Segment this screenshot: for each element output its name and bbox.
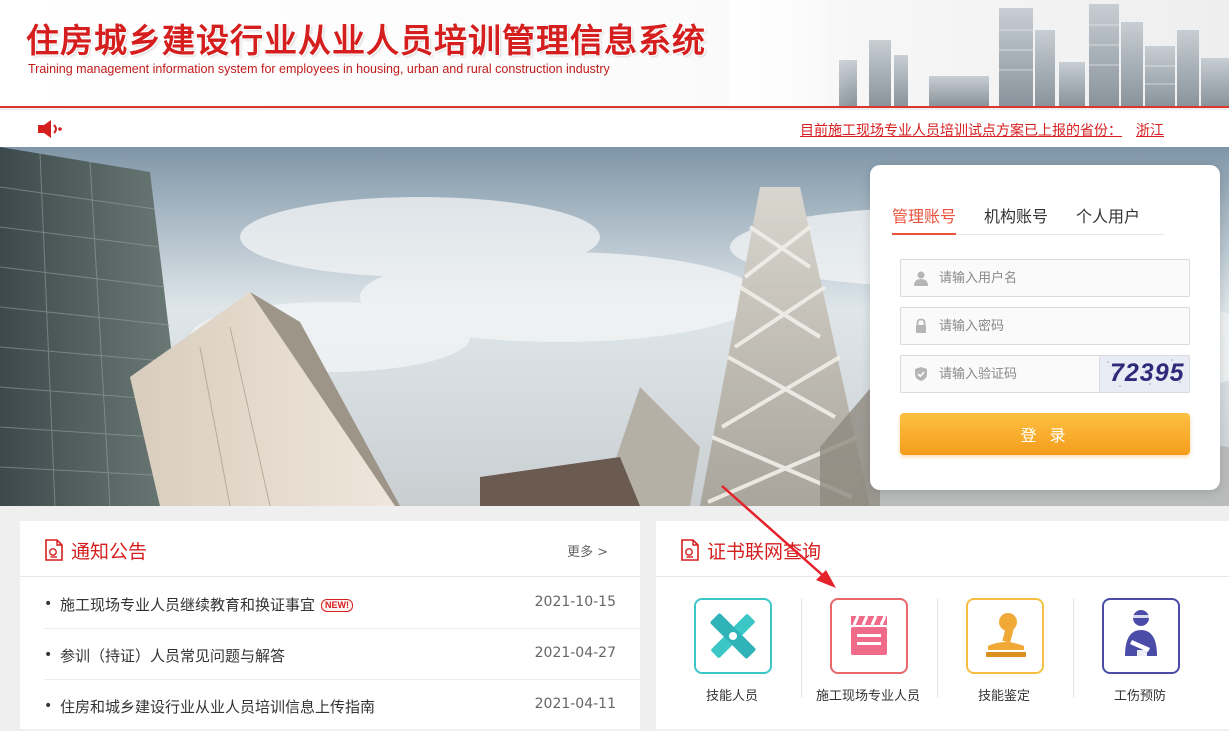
password-input[interactable] xyxy=(939,308,1139,344)
list-item[interactable]: • 参训（持证）人员常见问题与解答 2021-04-27 xyxy=(44,629,640,680)
notice-title-link[interactable]: 参训（持证）人员常见问题与解答 xyxy=(60,645,285,666)
cert-skill-appraisal[interactable]: 技能鉴定 xyxy=(936,598,1072,708)
notices-title: 通知公告 xyxy=(71,541,148,563)
stamp-icon xyxy=(986,613,1026,657)
site-header: 住房城乡建设行业从业人员培训管理信息系统 Training management… xyxy=(0,0,1229,108)
notices-panel: 通知公告 更多 > • 施工现场专业人员继续教育和换证事宜 NEW! 2021-1… xyxy=(20,521,640,729)
bullet: • xyxy=(44,698,53,714)
user-icon xyxy=(914,271,928,286)
shield-icon xyxy=(915,367,927,381)
announcement-text[interactable]: 目前施工现场专业人员培训试点方案已上报的省份： xyxy=(800,123,1122,139)
announcement-marquee[interactable]: 目前施工现场专业人员培训试点方案已上报的省份： 浙江 xyxy=(800,120,1164,140)
site-title: 住房城乡建设行业从业人员培训管理信息系统 xyxy=(26,21,706,60)
notices-header: 通知公告 更多 > xyxy=(20,521,640,577)
notice-title-text[interactable]: 施工现场专业人员继续教育和换证事宜 xyxy=(60,596,315,614)
tab-institution-account[interactable]: 机构账号 xyxy=(984,203,1048,235)
username-input[interactable] xyxy=(939,260,1139,296)
cert-work-injury-prevention[interactable]: 工伤预防 xyxy=(1072,598,1208,708)
lock-icon xyxy=(916,318,926,333)
notice-date: 2021-04-11 xyxy=(534,696,616,712)
login-button[interactable]: 登 录 xyxy=(900,413,1190,455)
notice-date: 2021-10-15 xyxy=(534,594,616,610)
list-item[interactable]: • 住房和城乡建设行业从业人员培训信息上传指南 2021-04-11 xyxy=(44,680,640,731)
cert-label[interactable]: 施工现场专业人员 xyxy=(800,685,936,704)
document-icon xyxy=(45,539,63,561)
red-arrow-annotation xyxy=(721,485,836,588)
username-field[interactable] xyxy=(900,259,1190,297)
new-badge: NEW! xyxy=(321,599,354,612)
cert-label[interactable]: 工伤预防 xyxy=(1072,685,1208,704)
announcement-bar: 目前施工现场专业人员培训试点方案已上报的省份： 浙江 xyxy=(0,110,1229,147)
site-subtitle-en: Training management information system f… xyxy=(28,62,610,76)
tools-icon xyxy=(710,613,756,659)
login-panel: 管理账号 机构账号 个人用户 请输入用户名 请输入验证码 72395 登 录 xyxy=(870,165,1220,490)
captcha-field[interactable]: 72395 xyxy=(900,355,1190,393)
cert-label[interactable]: 技能人员 xyxy=(664,685,800,704)
cert-construction-professionals[interactable]: 施工现场专业人员 xyxy=(800,598,936,708)
city-skyline-illustration xyxy=(729,0,1229,106)
captcha-image[interactable]: 72395 xyxy=(1099,356,1189,392)
clapperboard-icon xyxy=(851,615,887,655)
bullet: • xyxy=(44,596,53,612)
login-tabs: 管理账号 机构账号 个人用户 xyxy=(892,203,1164,235)
cert-icon-box[interactable] xyxy=(694,598,772,674)
bullet: • xyxy=(44,647,53,663)
cert-icon-box[interactable] xyxy=(966,598,1044,674)
notice-title-link[interactable]: 住房和城乡建设行业从业人员培训信息上传指南 xyxy=(60,696,375,717)
password-field[interactable] xyxy=(900,307,1190,345)
document-icon xyxy=(681,539,699,561)
notices-list: • 施工现场专业人员继续教育和换证事宜 NEW! 2021-10-15 • 参训（… xyxy=(44,578,640,731)
notice-date: 2021-04-27 xyxy=(534,645,616,661)
captcha-text: 72395 xyxy=(1110,359,1185,387)
cert-icon-box[interactable] xyxy=(1102,598,1180,674)
cert-label[interactable]: 技能鉴定 xyxy=(936,685,1072,704)
notice-title-link[interactable]: 施工现场专业人员继续教育和换证事宜 NEW! xyxy=(60,594,354,615)
cert-skilled-workers[interactable]: 技能人员 xyxy=(664,598,800,708)
cert-icon-box[interactable] xyxy=(830,598,908,674)
speaker-icon xyxy=(38,120,62,138)
injured-worker-icon xyxy=(1125,610,1157,656)
tab-personal-user[interactable]: 个人用户 xyxy=(1076,203,1140,235)
tab-admin-account[interactable]: 管理账号 xyxy=(892,203,957,235)
list-item[interactable]: • 施工现场专业人员继续教育和换证事宜 NEW! 2021-10-15 xyxy=(44,578,640,629)
notices-more-link[interactable]: 更多 > xyxy=(567,541,608,560)
announcement-province[interactable]: 浙江 xyxy=(1136,123,1164,139)
